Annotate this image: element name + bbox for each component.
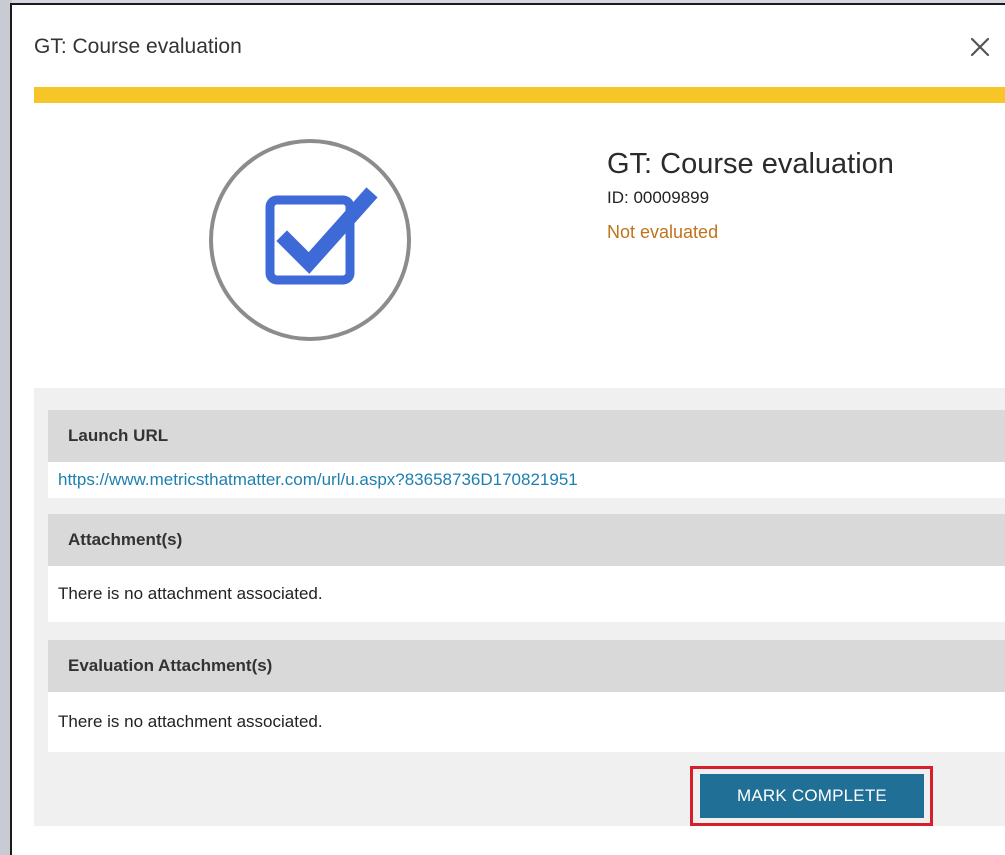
attachments-body: There is no attachment associated. [48,566,1005,622]
accent-bar [34,87,1005,103]
close-button[interactable] [967,34,993,60]
item-title: GT: Course evaluation [607,148,894,180]
dialog-title: GT: Course evaluation [34,35,242,58]
mark-complete-button[interactable]: MARK COMPLETE [700,774,924,818]
evaluation-attachments-header: Evaluation Attachment(s) [48,640,1005,692]
checkbox-checked-icon [209,139,411,341]
attachments-header: Attachment(s) [48,514,1005,566]
evaluation-icon-badge [208,138,412,342]
dialog-header: GT: Course evaluation [12,5,1005,87]
launch-url-link[interactable]: https://www.metricsthatmatter.com/url/u.… [58,470,578,489]
status-text: Not evaluated [607,222,719,242]
launch-url-header: Launch URL [48,410,1005,462]
close-icon [970,37,990,57]
item-summary: GT: Course evaluation ID: 00009899 Not e… [12,103,1005,388]
launch-url-body: https://www.metricsthatmatter.com/url/u.… [48,462,1005,498]
details-panel: Launch URL https://www.metricsthatmatter… [34,388,1005,826]
item-id: ID: 00009899 [607,188,710,207]
evaluation-attachments-body: There is no attachment associated. [48,692,1005,752]
course-evaluation-dialog: GT: Course evaluation GT: Course evaluat… [10,3,1005,855]
